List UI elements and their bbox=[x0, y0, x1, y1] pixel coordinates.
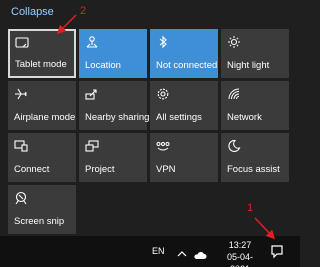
collapse-link[interactable]: Collapse bbox=[11, 6, 54, 18]
annotation-number-2: 2 bbox=[80, 5, 87, 17]
tile-nearby-sharing[interactable]: Nearby sharing bbox=[79, 81, 150, 130]
tile-screen-snip[interactable]: Screen snip bbox=[8, 185, 76, 234]
network-icon bbox=[227, 87, 241, 101]
nearby-sharing-icon bbox=[85, 87, 99, 101]
action-center-panel: Collapse Tablet mode Location Not connec… bbox=[0, 0, 300, 236]
tile-focus-assist[interactable]: Focus assist bbox=[221, 133, 289, 182]
tile-connect[interactable]: Connect bbox=[8, 133, 76, 182]
focus-assist-icon bbox=[227, 139, 241, 153]
taskbar-clock[interactable]: 13:27 05-04-2021 bbox=[222, 239, 258, 267]
tile-label: Connect bbox=[14, 164, 50, 175]
tile-label: Project bbox=[85, 164, 115, 175]
tile-label: Not connected bbox=[156, 60, 218, 71]
tile-label: Screen snip bbox=[14, 216, 65, 227]
tile-all-settings[interactable]: All settings bbox=[150, 81, 218, 130]
tile-label: Network bbox=[227, 112, 262, 123]
clock-time: 13:27 bbox=[228, 240, 252, 250]
vpn-icon bbox=[156, 139, 170, 153]
airplane-icon bbox=[14, 87, 28, 101]
clock-date: 05-04-2021 bbox=[226, 252, 253, 267]
bluetooth-icon bbox=[156, 35, 170, 49]
project-icon bbox=[85, 139, 99, 153]
tile-vpn[interactable]: VPN bbox=[150, 133, 218, 182]
notification-icon bbox=[271, 245, 283, 259]
tile-network[interactable]: Network bbox=[221, 81, 289, 130]
chevron-up-icon[interactable] bbox=[176, 246, 188, 257]
tile-bluetooth[interactable]: Not connected bbox=[150, 29, 218, 78]
location-icon bbox=[85, 35, 99, 49]
tablet-mode-icon bbox=[15, 36, 29, 50]
tile-location[interactable]: Location bbox=[79, 29, 147, 78]
tile-label: Nearby sharing bbox=[85, 112, 150, 123]
input-language-indicator[interactable]: EN bbox=[152, 246, 165, 256]
screen-snip-icon bbox=[14, 191, 28, 205]
tile-label: Airplane mode bbox=[14, 112, 76, 123]
tile-label: Focus assist bbox=[227, 164, 280, 175]
tile-night-light[interactable]: Night light bbox=[221, 29, 289, 78]
taskbar: EN 13:27 05-04-2021 bbox=[0, 236, 300, 267]
connect-icon bbox=[14, 139, 28, 153]
tile-label: Tablet mode bbox=[15, 59, 67, 70]
tile-label: VPN bbox=[156, 164, 176, 175]
tile-tablet-mode[interactable]: Tablet mode bbox=[8, 29, 76, 78]
tile-label: Night light bbox=[227, 60, 270, 71]
onedrive-cloud-icon[interactable] bbox=[193, 247, 207, 259]
tile-airplane-mode[interactable]: Airplane mode bbox=[8, 81, 76, 130]
night-light-icon bbox=[227, 35, 241, 49]
tile-project[interactable]: Project bbox=[79, 133, 147, 182]
gear-icon bbox=[156, 87, 170, 101]
tile-label: Location bbox=[85, 60, 121, 71]
annotation-number-1: 1 bbox=[247, 202, 254, 214]
action-center-button[interactable] bbox=[266, 240, 288, 262]
tile-label: All settings bbox=[156, 112, 202, 123]
